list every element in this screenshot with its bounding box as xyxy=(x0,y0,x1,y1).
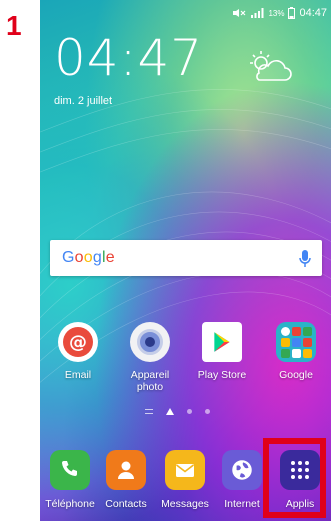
app-play-store[interactable]: Play Store xyxy=(192,322,252,381)
app-label: Contacts xyxy=(105,498,147,510)
app-email[interactable]: @ Email xyxy=(48,322,108,381)
dock-messages[interactable]: Messages xyxy=(155,450,215,510)
page-dot-home xyxy=(166,408,174,415)
status-time: 04:47 xyxy=(299,7,327,19)
app-google-folder[interactable]: Google xyxy=(266,322,326,381)
dock-contacts[interactable]: Contacts xyxy=(96,450,156,510)
page-dot xyxy=(187,409,192,414)
home-date: dim. 2 juillet xyxy=(54,95,113,107)
step-number: 1 xyxy=(6,10,22,41)
phone-icon xyxy=(50,450,90,490)
google-folder-icon xyxy=(276,322,316,362)
app-camera[interactable]: Appareil photo xyxy=(120,322,180,393)
camera-icon xyxy=(130,322,170,362)
app-label: Play Store xyxy=(197,369,247,381)
signal-icon xyxy=(251,8,264,18)
app-label: Téléphone xyxy=(45,498,95,510)
app-label: Messages xyxy=(161,498,209,510)
page-dot-menu xyxy=(145,409,153,414)
mute-icon xyxy=(233,9,246,17)
partly-cloudy-icon[interactable] xyxy=(245,50,293,84)
status-bar: 13% 04:47 xyxy=(232,5,327,21)
app-label: Appareil photo xyxy=(130,369,170,393)
battery-percent: 13% xyxy=(268,8,285,18)
dock-phone[interactable]: Téléphone xyxy=(40,450,100,510)
google-search-bar[interactable]: Google xyxy=(50,240,322,276)
home-clock[interactable]: 04:47 xyxy=(54,32,203,84)
internet-icon xyxy=(222,450,262,490)
page-dot xyxy=(205,409,210,414)
email-icon: @ xyxy=(58,322,98,362)
google-logo: Google xyxy=(62,249,115,266)
messages-icon xyxy=(165,450,205,490)
play-store-icon xyxy=(202,322,242,362)
mic-icon[interactable] xyxy=(298,249,312,269)
app-label: Google xyxy=(279,369,313,381)
applis-highlight-box xyxy=(263,438,326,518)
battery-icon xyxy=(288,7,296,19)
page-indicator xyxy=(145,408,210,415)
contacts-icon xyxy=(106,450,146,490)
app-label: Email xyxy=(64,369,92,381)
